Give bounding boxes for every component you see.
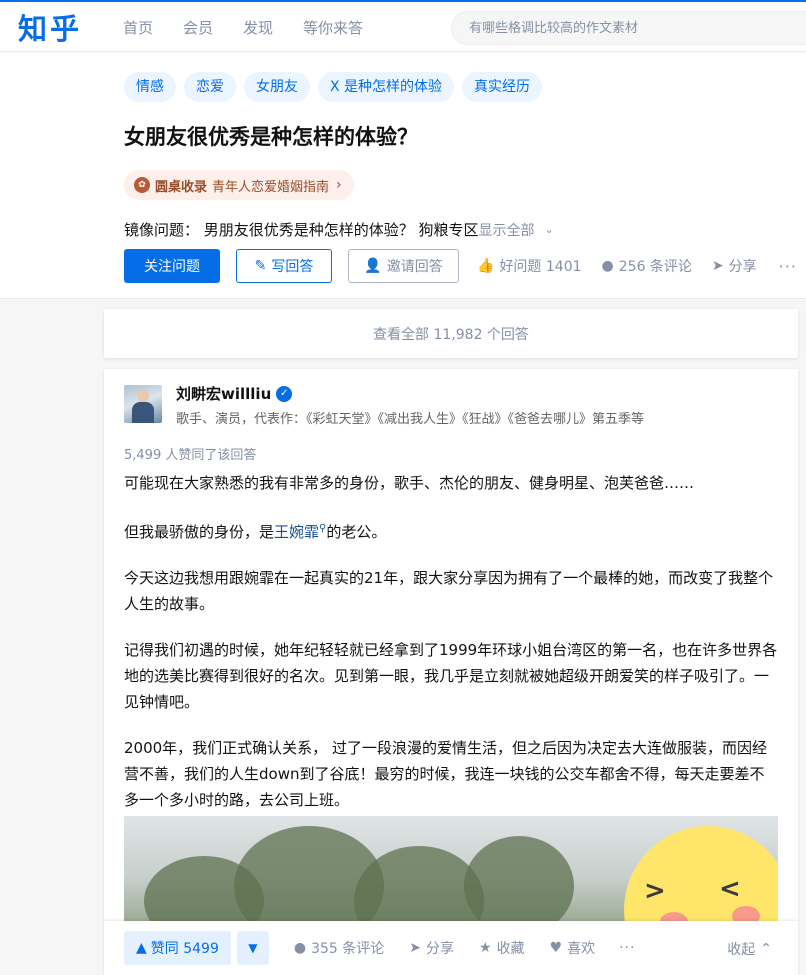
show-all-button[interactable]: 显示全部 ⌄ xyxy=(479,220,554,240)
question-share-button[interactable]: ➤ 分享 xyxy=(712,256,757,276)
nav-item-vip[interactable]: 会员 xyxy=(183,17,213,38)
follow-question-button[interactable]: 关注问题 xyxy=(124,249,220,283)
upvote-label: 赞同 5499 xyxy=(150,941,219,957)
mirror-question: 镜像问题： 男朋友很优秀是种怎样的体验？ 狗粮专区 显示全部 ⌄ xyxy=(124,219,554,240)
answer-paragraph: 今天这边我想用跟婉霏在一起真实的21年，跟大家分享因为拥有了一个最棒的她，而改变… xyxy=(124,569,774,613)
answer-paragraph: 可能现在大家熟悉的我有非常多的身份，歌手、杰伦的朋友、健身明星、泡芙爸爸…… xyxy=(124,474,695,492)
author-bio: 歌手、演员，代表作：《彩虹天堂》《减出我人生》《狂战》《爸爸去哪儿》第五季等 xyxy=(176,412,645,427)
share-icon: ➤ xyxy=(409,940,421,956)
write-answer-label: 写回答 xyxy=(271,259,314,275)
question-share-label: 分享 xyxy=(728,259,757,275)
upvote-button[interactable]: ▲ 赞同 5499 xyxy=(124,931,231,965)
answer-share-button[interactable]: ➤ 分享 xyxy=(409,938,454,958)
answer-card: 刘畊宏willliu ✓ 歌手、演员，代表作：《彩虹天堂》《减出我人生》《狂战》… xyxy=(104,369,798,975)
answer-comments-button[interactable]: ● 355 条评论 xyxy=(294,938,384,958)
topic-tag[interactable]: 女朋友 xyxy=(244,72,310,102)
vote-count-line: 5,499 人赞同了该回答 xyxy=(124,448,257,463)
avatar[interactable] xyxy=(124,385,162,423)
answer-text: 的老公。 xyxy=(326,523,387,541)
answer-text: 但我最骄傲的身份，是 xyxy=(124,523,275,541)
top-navbar: 知乎 首页 会员 发现 等你来答 xyxy=(0,0,806,52)
good-question-button[interactable]: 👍 好问题 1401 xyxy=(477,256,582,276)
answer-paragraph: 记得我们初遇的时候，她年纪轻轻就已经拿到了1999年环球小姐台湾区的第一名，也在… xyxy=(124,641,778,711)
roundtable-label: 圆桌收录 xyxy=(155,179,208,195)
like-label: 喜欢 xyxy=(567,941,596,957)
chevron-up-icon: ⌃ xyxy=(760,941,772,957)
main-nav: 首页 会员 发现 等你来答 xyxy=(123,17,363,38)
search-input[interactable] xyxy=(452,12,806,44)
sticker-emoji: > < xyxy=(624,826,778,926)
view-all-answers-button[interactable]: 查看全部 11,982 个回答 xyxy=(104,309,798,358)
topic-list: 情感 恋爱 女朋友 X 是种怎样的体验 真实经历 xyxy=(124,72,543,102)
nav-item-explore[interactable]: 发现 xyxy=(243,17,273,38)
invite-answer-label: 邀请回答 xyxy=(386,259,443,275)
comment-icon: ● xyxy=(293,940,307,956)
nav-item-home[interactable]: 首页 xyxy=(123,17,153,38)
mirror-question-text: 镜像问题： 男朋友很优秀是种怎样的体验？ 狗粮专区 xyxy=(124,221,479,239)
star-icon: ★ xyxy=(479,940,492,956)
topic-tag[interactable]: X 是种怎样的体验 xyxy=(318,72,455,102)
triangle-up-icon: ▲ xyxy=(136,940,147,956)
add-user-icon: 👤 xyxy=(364,258,382,274)
question-header: 情感 恋爱 女朋友 X 是种怎样的体验 真实经历 女朋友很优秀是种怎样的体验？ … xyxy=(0,53,806,299)
collapse-button[interactable]: 收起 ⌃ xyxy=(727,939,772,959)
collect-label: 收藏 xyxy=(496,941,525,957)
thumbs-up-icon: 👍 xyxy=(477,258,495,274)
topic-tag[interactable]: 恋爱 xyxy=(184,72,236,102)
good-question-label: 好问题 1401 xyxy=(499,259,582,275)
like-button[interactable]: ♥ 喜欢 xyxy=(550,938,596,958)
roundtable-name: 青年人恋爱婚姻指南 xyxy=(212,179,330,195)
nav-item-waiting-answers[interactable]: 等你来答 xyxy=(303,17,363,38)
answer-comments-label: 355 条评论 xyxy=(311,941,385,957)
author-name[interactable]: 刘畊宏willliu xyxy=(176,385,271,403)
answer-action-bar: ▲ 赞同 5499 ▼ ● 355 条评论 ➤ 分享 ★ 收藏 ♥ 喜欢 ···… xyxy=(104,921,798,975)
write-answer-button[interactable]: ✎ 写回答 xyxy=(236,249,332,283)
answer-author: 刘畊宏willliu ✓ 歌手、演员，代表作：《彩虹天堂》《减出我人生》《狂战》… xyxy=(124,385,644,427)
zhihu-logo[interactable]: 知乎 xyxy=(18,6,82,48)
answer-content: 可能现在大家熟悉的我有非常多的身份，歌手、杰伦的朋友、健身明星、泡芙爸爸…… 但… xyxy=(124,470,779,833)
downvote-button[interactable]: ▼ xyxy=(236,931,269,965)
comment-icon: ● xyxy=(601,258,614,274)
topic-tag[interactable]: 真实经历 xyxy=(462,72,543,102)
question-comments-label: 256 条评论 xyxy=(618,259,692,275)
collapse-label: 收起 xyxy=(727,942,756,958)
author-name-row: 刘畊宏willliu ✓ xyxy=(176,385,644,403)
roundtable-badge[interactable]: ✿ 圆桌收录 青年人恋爱婚姻指南 › xyxy=(124,170,354,200)
show-all-label: 显示全部 xyxy=(478,222,535,239)
share-icon: ➤ xyxy=(711,258,724,274)
question-title: 女朋友很优秀是种怎样的体验？ xyxy=(124,125,418,149)
answer-share-label: 分享 xyxy=(426,941,454,957)
collect-button[interactable]: ★ 收藏 xyxy=(479,938,525,958)
answer-paragraph: 但我最骄傲的身份，是王婉霏⚲的老公。 xyxy=(124,516,779,545)
topic-tag[interactable]: 情感 xyxy=(124,72,176,102)
more-options-icon[interactable]: ··· xyxy=(779,257,797,276)
pencil-icon: ✎ xyxy=(254,258,267,274)
verified-icon: ✓ xyxy=(276,386,293,402)
answer-paragraph: 2000年，我们正式确认关系， 过了一段浪漫的爱情生活，但之后因为决定去大连做服… xyxy=(124,739,767,809)
invite-answer-button[interactable]: 👤 邀请回答 xyxy=(348,249,459,283)
author-info: 刘畊宏willliu ✓ 歌手、演员，代表作：《彩虹天堂》《减出我人生》《狂战》… xyxy=(176,385,644,427)
question-actions: 关注问题 ✎ 写回答 👤 邀请回答 👍 好问题 1401 ● 256 条评论 ➤… xyxy=(124,249,797,283)
search-box xyxy=(451,11,806,45)
more-options-icon[interactable]: ··· xyxy=(619,940,635,956)
chevron-right-icon: › xyxy=(336,177,342,193)
triangle-down-icon: ▼ xyxy=(248,941,258,955)
person-link[interactable]: 王婉霏 xyxy=(274,523,319,541)
answer-image[interactable]: > < xyxy=(124,816,778,926)
heart-icon: ♥ xyxy=(549,940,563,956)
chevron-down-icon: ⌄ xyxy=(544,223,554,236)
question-comments-button[interactable]: ● 256 条评论 xyxy=(602,256,692,276)
roundtable-icon: ✿ xyxy=(134,177,150,193)
